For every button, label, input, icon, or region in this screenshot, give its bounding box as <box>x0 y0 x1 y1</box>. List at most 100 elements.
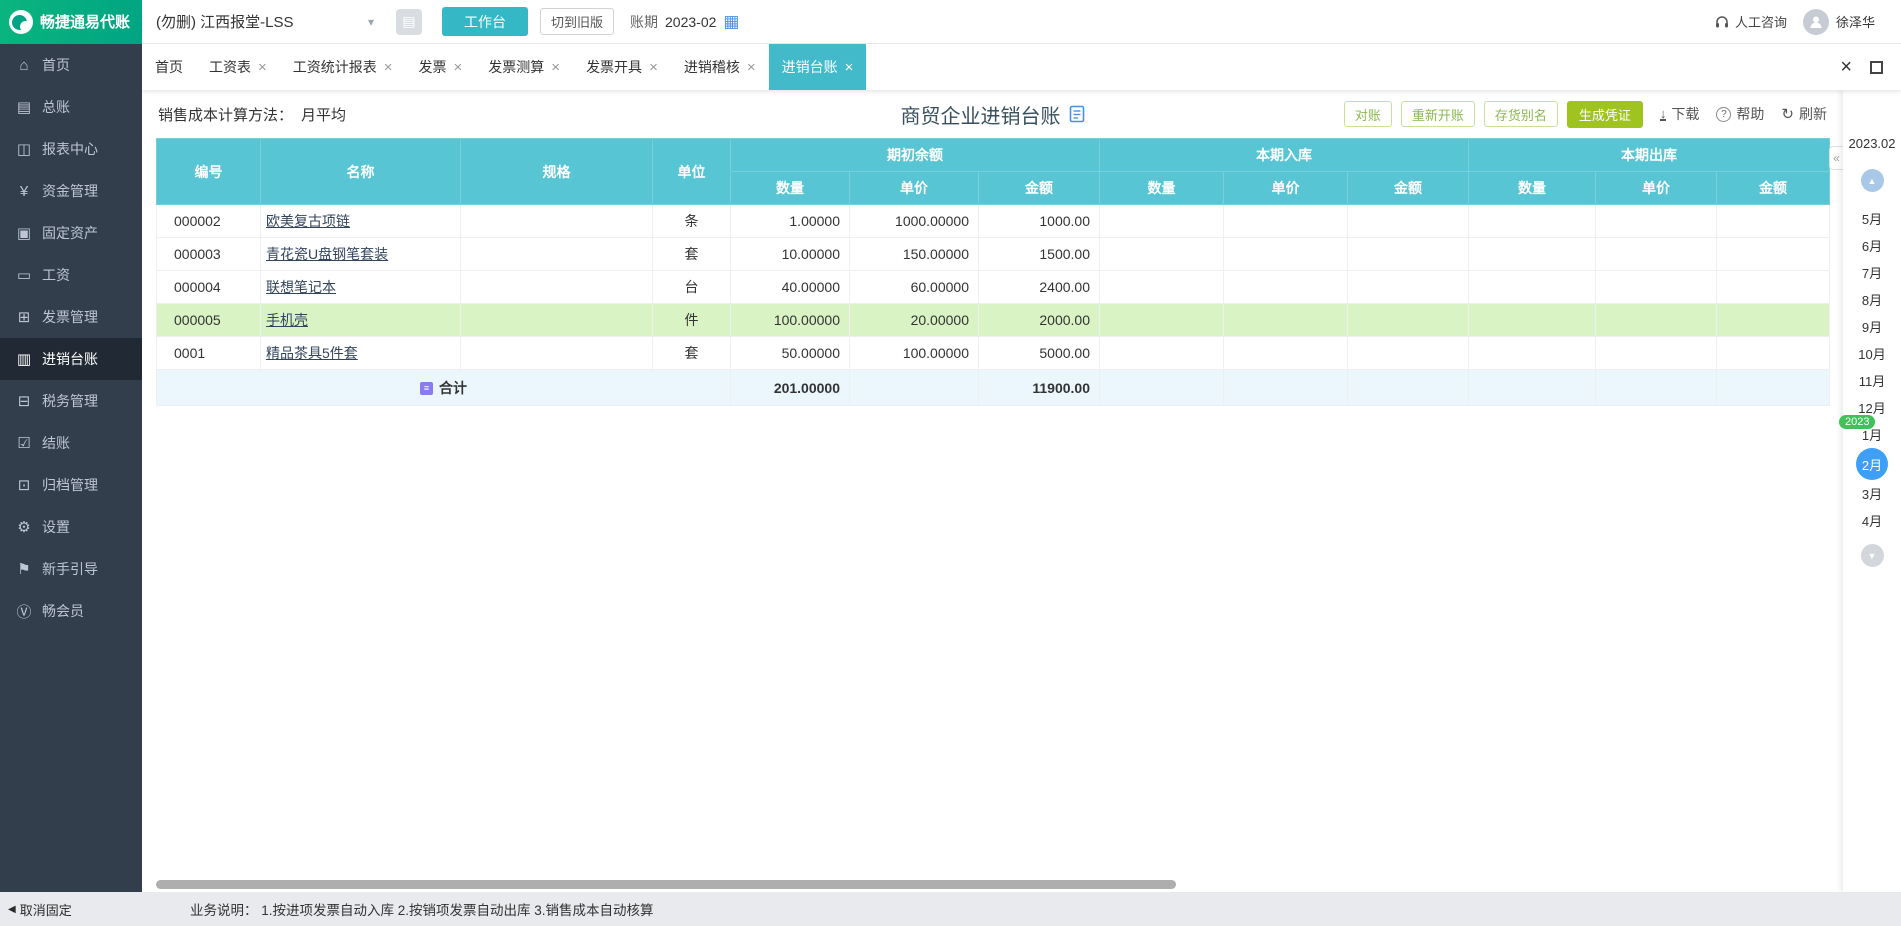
cell-code: 000004 <box>156 270 261 304</box>
tab-close-icon[interactable]: × <box>649 60 658 75</box>
sidebar-item-fixed-assets[interactable]: ▣ 固定资产 <box>0 212 142 254</box>
tab-purchase-sales-ledger[interactable]: 进销台账 × <box>768 44 867 90</box>
tab-invoice[interactable]: 发票 × <box>406 44 476 90</box>
sidebar-item-funds[interactable]: ¥ 资金管理 <box>0 170 142 212</box>
switch-old-version-button[interactable]: 切到旧版 <box>540 8 615 35</box>
reopen-period-button[interactable]: 重新开账 <box>1400 101 1475 127</box>
download-button[interactable]: ↓ 下载 <box>1659 104 1699 124</box>
cell-opening-qty: 1.00000 <box>730 204 850 238</box>
account-set-selector[interactable]: (勿删) 江西报堂-LSS ▾ <box>156 11 374 32</box>
tab-invoice-issue[interactable]: 发票开具 × <box>573 44 671 90</box>
cell-in-qty <box>1099 303 1224 337</box>
sidebar-item-report-center[interactable]: ◫ 报表中心 <box>0 128 142 170</box>
help-button[interactable]: ? 帮助 <box>1716 104 1764 124</box>
username[interactable]: 徐泽华 <box>1836 12 1875 31</box>
column-header-unit: 单位 <box>652 138 731 205</box>
scroll-months-up-button[interactable]: ▲ <box>1860 169 1884 192</box>
month-item[interactable]: 6月 <box>1843 232 1901 259</box>
sidebar-item-salary[interactable]: ▭ 工资 <box>0 254 142 296</box>
quick-doc-button[interactable]: ▤ <box>396 8 422 35</box>
sidebar-item-label: 设置 <box>42 519 70 535</box>
sidebar-item-guide[interactable]: ⚑ 新手引导 <box>0 548 142 590</box>
generate-voucher-button[interactable]: 生成凭证 <box>1566 100 1643 128</box>
page-actions: 对账 重新开账 存货别名 生成凭证 ↓ 下载 ? 帮助 ↻ 刷新 <box>1343 100 1827 128</box>
tab-close-icon[interactable]: × <box>551 60 560 75</box>
product-link[interactable]: 欧美复古项链 <box>266 213 350 229</box>
sidebar-item-invoice[interactable]: ⊞ 发票管理 <box>0 296 142 338</box>
table-row[interactable]: 000003 青花瓷U盘钢笔套装 套 10.00000 150.00000 15… <box>156 237 1830 271</box>
month-item[interactable]: 10月 <box>1843 340 1901 367</box>
tab-close-icon[interactable]: × <box>454 60 463 75</box>
sidebar-item-archive[interactable]: ⊡ 归档管理 <box>0 464 142 506</box>
support-button[interactable]: 人工咨询 <box>1714 12 1787 31</box>
cell-code: 000002 <box>156 204 261 238</box>
tab-salary-sheet[interactable]: 工资表 × <box>196 44 280 90</box>
unpin-sidebar-button[interactable]: ◀ 取消固定 <box>8 900 72 919</box>
workbench-button[interactable]: 工作台 <box>442 7 528 36</box>
sidebar-item-home[interactable]: ⌂ 首页 <box>0 44 142 86</box>
refresh-button[interactable]: ↻ 刷新 <box>1781 104 1827 124</box>
cell-spec <box>460 204 653 238</box>
tab-close-icon[interactable]: × <box>845 60 854 75</box>
sidebar-item-member[interactable]: Ⓥ 畅会员 <box>0 590 142 632</box>
month-item[interactable]: 7月 <box>1843 259 1901 286</box>
sidebar-item-purchase-sales-ledger[interactable]: ▥ 进销台账 <box>0 338 142 380</box>
month-item[interactable]: 5月 <box>1843 205 1901 232</box>
product-link[interactable]: 精品茶具5件套 <box>266 345 358 361</box>
ledger-table: 编号 名称 规格 单位 期初余额 本期入库 本期出库 数量 单价 金额 数量 单… <box>156 138 1830 406</box>
scroll-months-down-button[interactable]: ▼ <box>1860 544 1884 567</box>
refresh-icon: ↻ <box>1781 106 1794 123</box>
close-tabs-icon[interactable]: × <box>1840 57 1852 77</box>
calendar-icon[interactable]: ▦ <box>723 13 739 30</box>
cell-opening-price: 150.00000 <box>849 237 979 271</box>
sidebar-item-closing[interactable]: ☑ 结账 <box>0 422 142 464</box>
reconcile-button[interactable]: 对账 <box>1343 101 1392 127</box>
product-link[interactable]: 手机壳 <box>266 312 308 328</box>
month-item[interactable]: 11月 <box>1843 367 1901 394</box>
unpin-label: 取消固定 <box>19 902 72 918</box>
fullscreen-icon[interactable] <box>1870 60 1883 74</box>
sidebar-item-tax[interactable]: ⊟ 税务管理 <box>0 380 142 422</box>
month-item[interactable]: 4月 <box>1843 507 1901 534</box>
month-item-active[interactable]: 2月 <box>1843 448 1901 480</box>
support-label: 人工咨询 <box>1734 15 1787 30</box>
tab-close-icon[interactable]: × <box>747 60 756 75</box>
table-row[interactable]: 0001 精品茶具5件套 套 50.00000 100.00000 5000.0… <box>156 336 1830 370</box>
sidebar-item-label: 资金管理 <box>42 183 98 199</box>
cell-in-amount <box>1347 204 1469 238</box>
cell-in-qty <box>1099 204 1224 238</box>
month-item[interactable]: 3月 <box>1843 480 1901 507</box>
table-row[interactable]: 000002 欧美复古项链 条 1.00000 1000.00000 1000.… <box>156 204 1830 238</box>
purchase-sales-ledger-icon: ▥ <box>16 351 32 368</box>
month-item[interactable]: 9月 <box>1843 313 1901 340</box>
horizontal-scrollbar[interactable] <box>156 880 1176 889</box>
cell-opening-qty: 100.00000 <box>730 303 850 337</box>
table-row-highlighted[interactable]: 000005 手机壳 件 100.00000 20.00000 2000.00 <box>156 303 1830 337</box>
document-icon[interactable] <box>1069 105 1085 123</box>
closing-icon: ☑ <box>17 435 31 452</box>
settings-icon: ⚙ <box>17 519 31 536</box>
sidebar-item-label: 报表中心 <box>42 141 98 157</box>
tab-close-icon[interactable]: × <box>258 60 267 75</box>
sidebar-item-label: 发票管理 <box>42 309 98 325</box>
business-note: 业务说明： 1.按进项发票自动入库 2.按销项发票自动出库 3.销售成本自动核算 <box>190 903 654 918</box>
sidebar-item-general-ledger[interactable]: ▤ 总账 <box>0 86 142 128</box>
tab-close-icon[interactable]: × <box>384 60 393 75</box>
collapse-panel-handle[interactable]: « <box>1829 146 1843 170</box>
month-item[interactable]: 8月 <box>1843 286 1901 313</box>
tab-salary-stats-report[interactable]: 工资统计报表 × <box>280 44 406 90</box>
tab-invoice-calc[interactable]: 发票测算 × <box>475 44 573 90</box>
cell-opening-price: 60.00000 <box>849 270 979 304</box>
cell-in-price <box>1223 270 1348 304</box>
tab-home[interactable]: 首页 <box>142 44 196 90</box>
avatar[interactable] <box>1802 8 1829 35</box>
product-link[interactable]: 青花瓷U盘钢笔套装 <box>266 246 388 262</box>
product-link[interactable]: 联想笔记本 <box>266 279 336 295</box>
table-row[interactable]: 000004 联想笔记本 台 40.00000 60.00000 2400.00 <box>156 270 1830 304</box>
logo-icon <box>9 9 33 34</box>
tab-purchase-sales-audit[interactable]: 进销稽核 × <box>671 44 769 90</box>
sidebar-item-settings[interactable]: ⚙ 设置 <box>0 506 142 548</box>
inventory-alias-button[interactable]: 存货别名 <box>1483 101 1558 127</box>
cell-unit: 套 <box>652 336 731 370</box>
column-group-period-outbound: 本期出库 <box>1468 138 1830 172</box>
